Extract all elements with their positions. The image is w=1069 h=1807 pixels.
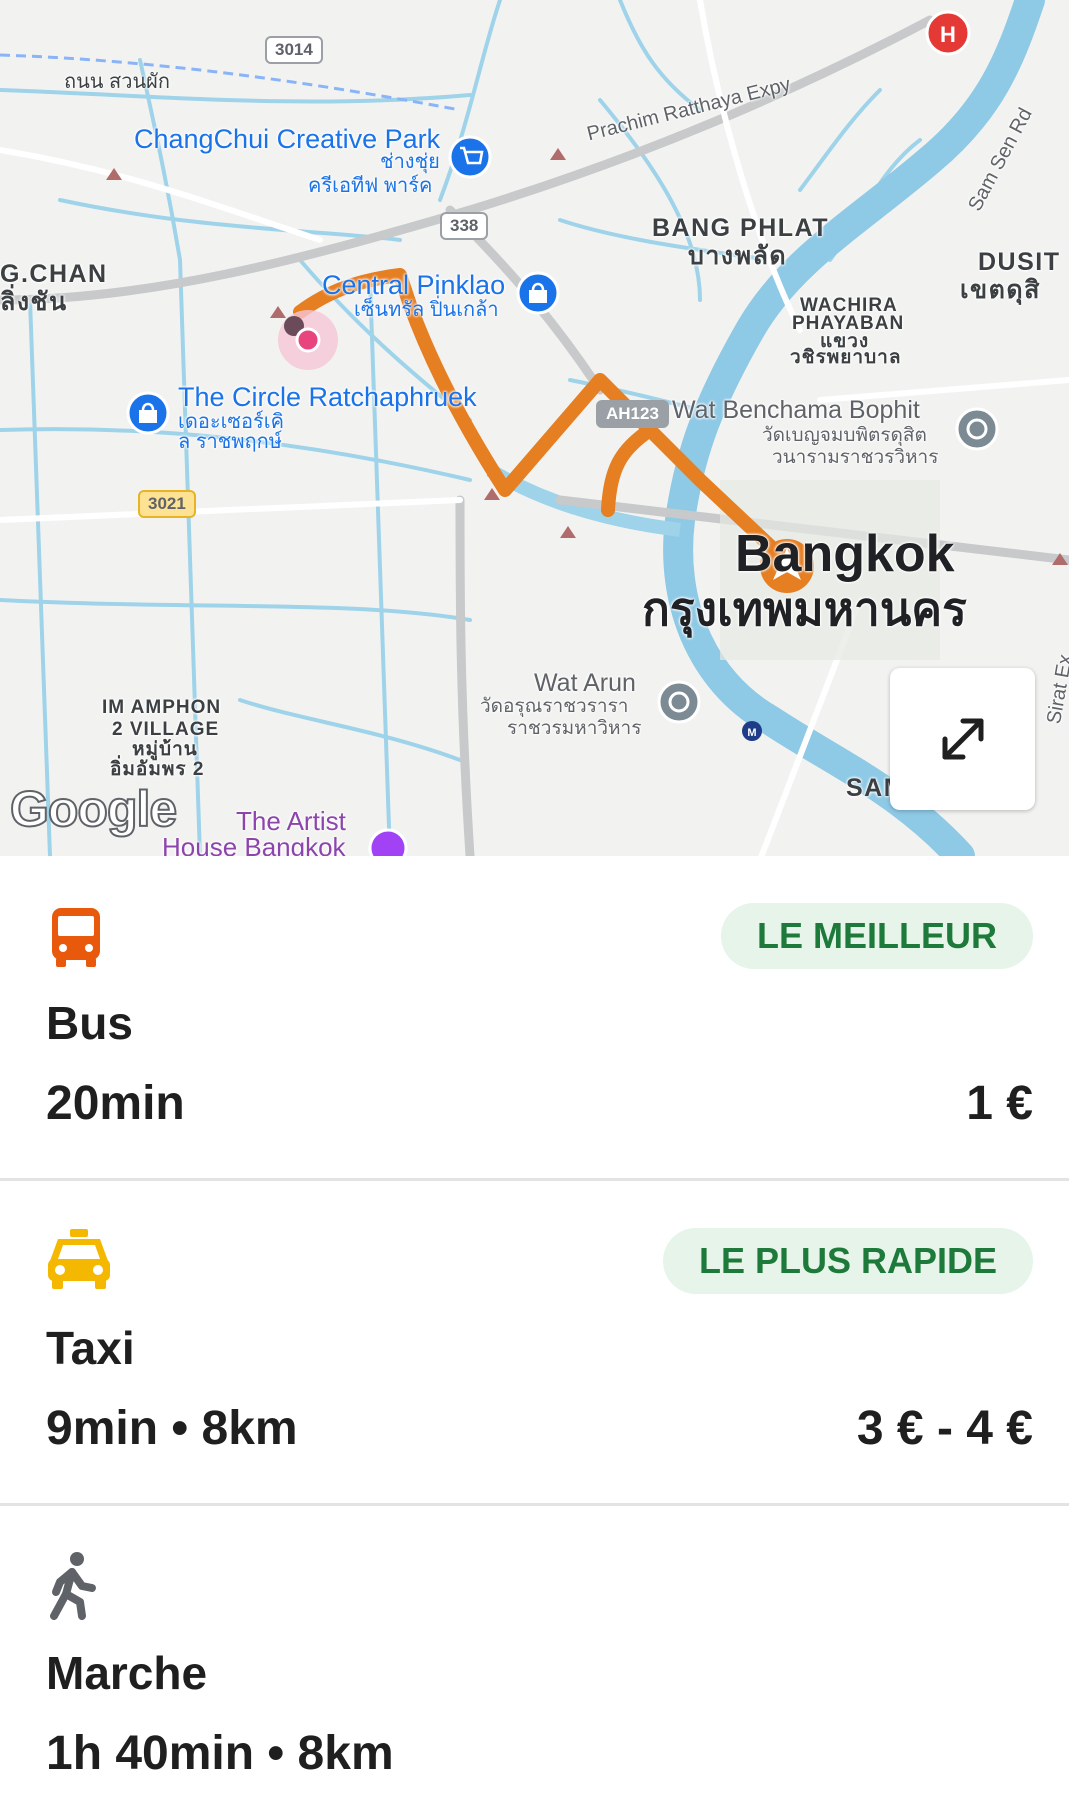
map-label-wachira-4: วชิรพยาบาล xyxy=(790,347,902,368)
bus-icon xyxy=(52,908,100,967)
map-label-im-amphon-1: IM AMPHON xyxy=(102,697,222,718)
metro-pin-icon: M xyxy=(742,721,762,741)
map-label-artist-house-1[interactable]: The Artist xyxy=(236,808,346,834)
road-shield-3014: 3014 xyxy=(265,36,323,65)
option-duration: 20min xyxy=(46,1077,185,1130)
option-name: Marche xyxy=(46,1647,208,1699)
map-label-circle-th1: เดอะเซอร์เคิ xyxy=(178,411,284,433)
road-shield-338: 338 xyxy=(440,212,489,241)
taxi-icon xyxy=(48,1229,110,1289)
hospital-pin: H xyxy=(925,10,971,56)
map-label-central-pinklao-th: เซ็นทรัล ปิ่นเกล้า xyxy=(354,299,499,321)
map-label-im-amphon-3: หมู่บ้าน xyxy=(132,739,198,760)
map-label-wat-benchama[interactable]: Wat Benchama Bophit xyxy=(672,398,920,423)
map-label-im-amphon-4: อิ่มอัมพร 2 xyxy=(110,759,205,780)
map-label-dusit-th: เขตดุสิ xyxy=(960,276,1041,304)
map-label-wat-arun[interactable]: Wat Arun xyxy=(534,671,636,696)
map-label-dusit: DUSIT xyxy=(978,248,1061,276)
shopping-cart-pin-icon xyxy=(448,135,492,179)
option-name: Bus xyxy=(46,997,133,1049)
art-gallery-pin-icon xyxy=(368,828,408,856)
map-label-wat-benchama-th2: วนารามราชวรวิหาร xyxy=(772,447,939,468)
option-price: 1 € xyxy=(966,1077,1033,1130)
map-label-bangkok: Bangkok xyxy=(735,525,955,583)
map-label-im-amphon-2: 2 VILLAGE xyxy=(112,719,220,740)
map-label-circle-th2: ล ราชพฤกษ์ xyxy=(178,431,282,453)
map-label-bangkok-th: กรุงเทพมหานคร xyxy=(642,583,967,635)
svg-text:M: M xyxy=(747,727,756,739)
map-label-wat-arun-th1: วัดอรุณราชวรารา xyxy=(480,696,629,717)
shopping-bag-pin-icon xyxy=(126,391,170,435)
map-label-chan-th: ลิ่งชัน xyxy=(0,288,68,316)
fastest-badge: LE PLUS RAPIDE xyxy=(662,1228,1033,1294)
map-label-changchui[interactable]: ChangChui Creative Park xyxy=(134,126,440,153)
map-label-wat-benchama-th1: วัดเบญจมบพิตรดุสิต xyxy=(762,425,927,446)
map-label-wat-arun-th2: ราชวรมหาวิหาร xyxy=(507,718,642,739)
option-walk[interactable]: Marche 1h 40min • 8km xyxy=(0,1506,1069,1807)
map-label-changchui-th1: ช่างชุ่ย xyxy=(380,151,440,173)
option-bus[interactable]: LE MEILLEUR Bus 20min 1 € xyxy=(0,856,1069,1181)
map-label-changchui-th2: ครีเอทีฟ พาร์ค xyxy=(308,175,433,197)
route-map[interactable]: H M 3014 ถนน สวนผัก ChangChui Creative P… xyxy=(0,0,1069,856)
road-shield-ah123: AH123 xyxy=(596,400,669,429)
map-label-bang-phlat-th: บางพลัด xyxy=(688,242,788,270)
option-duration: 9min • 8km xyxy=(46,1402,298,1455)
expand-map-button[interactable] xyxy=(890,668,1035,810)
option-duration: 1h 40min • 8km xyxy=(46,1727,394,1780)
map-label-artist-house-2[interactable]: House Bangkok xyxy=(162,834,346,856)
google-logo: Google xyxy=(9,780,178,838)
walk-icon xyxy=(50,1552,96,1620)
temple-pin-icon xyxy=(955,407,999,451)
map-label-central-pinklao[interactable]: Central Pinklao xyxy=(322,272,505,299)
temple-pin-icon xyxy=(657,680,701,724)
map-label-suan-phak: ถนน สวนผัก xyxy=(64,71,170,93)
option-price: 3 € - 4 € xyxy=(856,1402,1033,1455)
map-label-bang-phlat: BANG PHLAT xyxy=(652,214,830,242)
map-label-chan: G.CHAN xyxy=(0,260,108,288)
map-label-circle[interactable]: The Circle Ratchaphruek xyxy=(178,384,477,411)
option-name: Taxi xyxy=(46,1322,135,1374)
shopping-bag-pin-icon xyxy=(516,271,560,315)
best-badge: LE MEILLEUR xyxy=(721,903,1033,969)
expand-arrows-icon xyxy=(942,718,983,760)
svg-text:H: H xyxy=(940,22,956,47)
option-taxi[interactable]: LE PLUS RAPIDE Taxi 9min • 8km 3 € - 4 € xyxy=(0,1181,1069,1506)
road-shield-3021: 3021 xyxy=(138,490,196,519)
